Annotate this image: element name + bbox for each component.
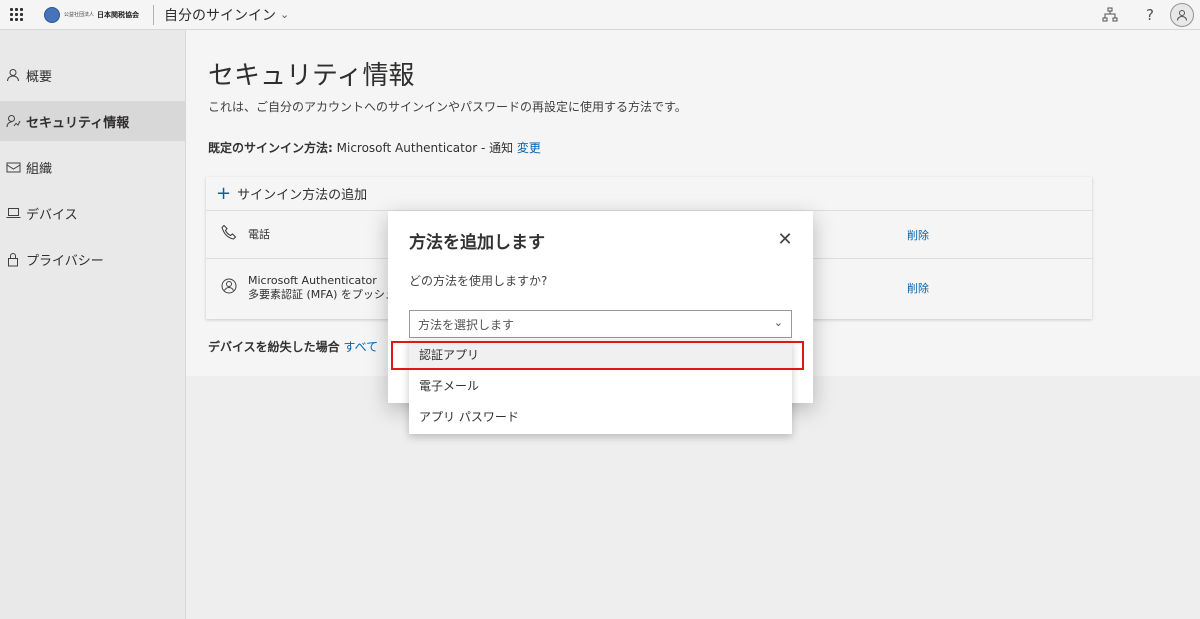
option-email[interactable]: 電子メール [409, 370, 792, 401]
method-select[interactable]: 方法を選択します ⌄ [409, 310, 792, 338]
close-icon[interactable]: ✕ [775, 229, 795, 250]
dialog-title: 方法を追加します [409, 233, 545, 253]
dialog-question: どの方法を使用しますか? [409, 274, 548, 288]
highlight-annotation [391, 341, 804, 370]
option-app-password[interactable]: アプリ パスワード [409, 401, 792, 432]
chevron-down-icon: ⌄ [773, 316, 783, 329]
select-placeholder: 方法を選択します [418, 317, 515, 332]
